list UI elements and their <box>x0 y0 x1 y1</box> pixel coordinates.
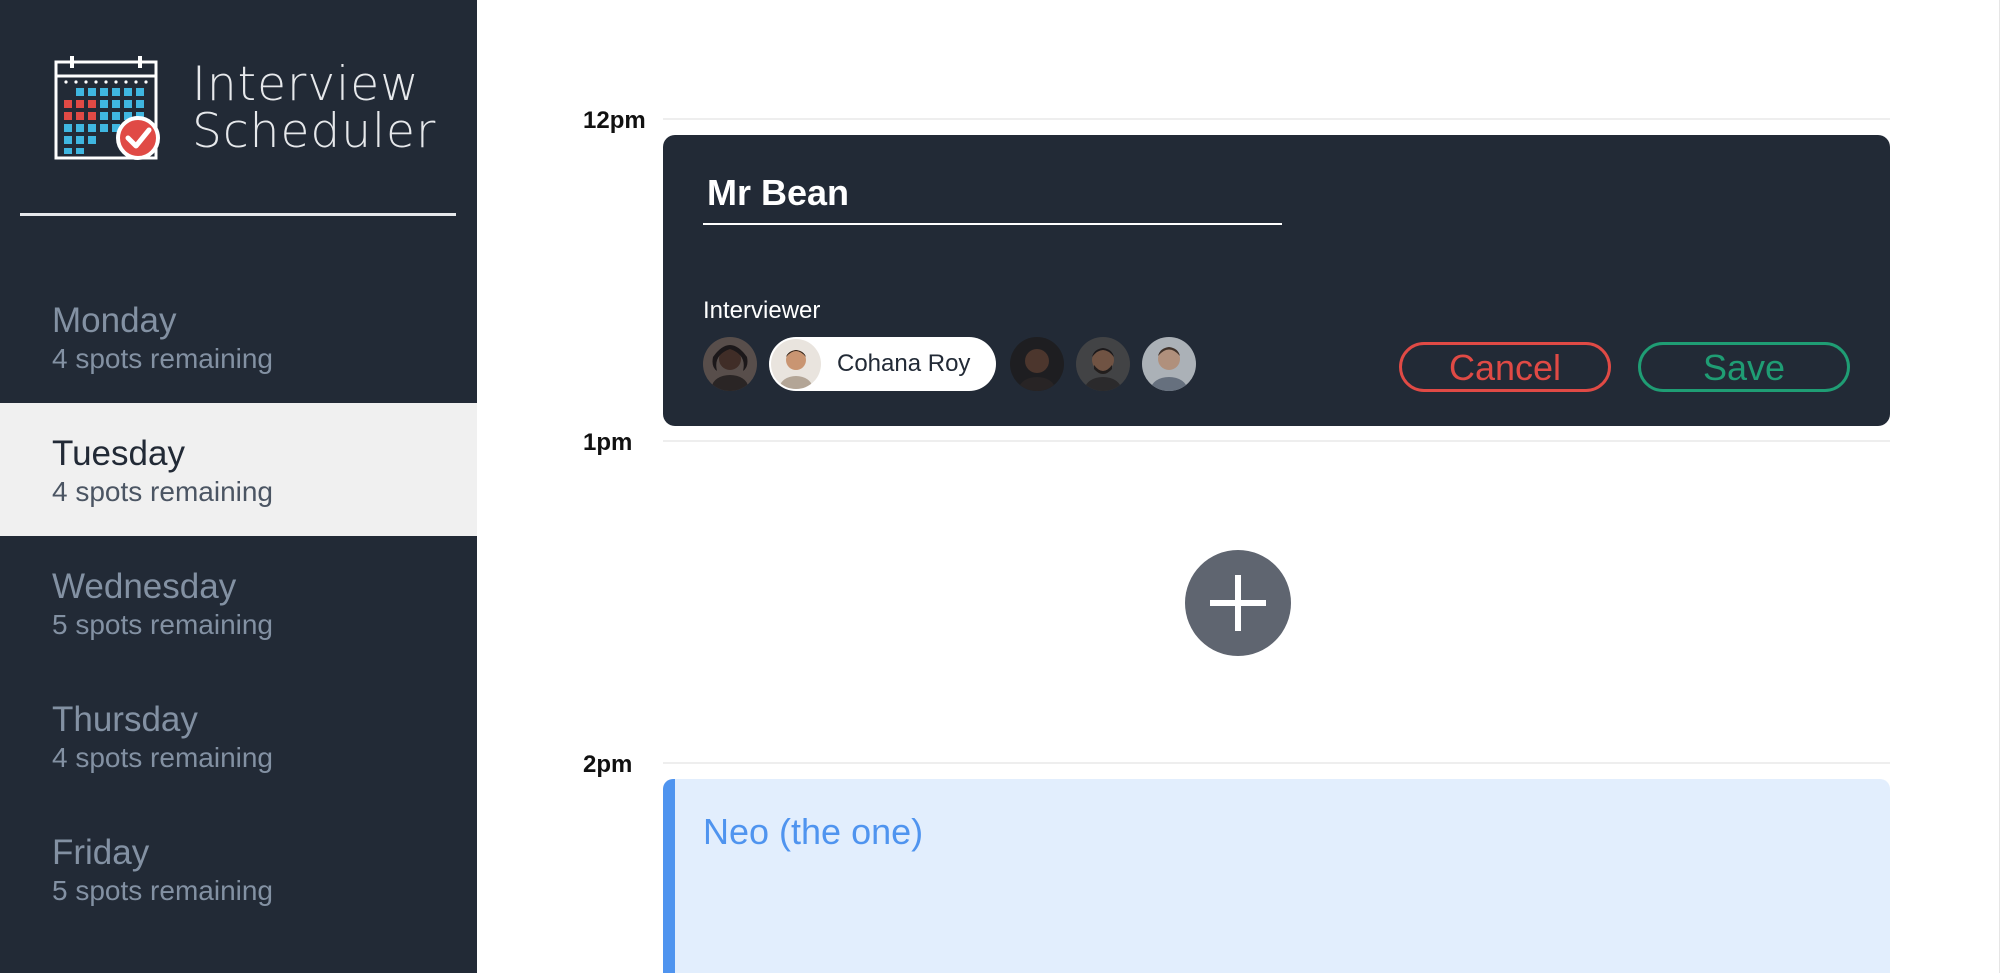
interviewer-avatar[interactable] <box>1142 337 1197 391</box>
add-appointment-button[interactable] <box>1185 550 1291 656</box>
time-divider <box>663 118 1890 120</box>
interviewer-avatar[interactable] <box>1076 337 1131 391</box>
avatar-icon <box>1010 337 1065 391</box>
avatar-icon <box>703 337 757 391</box>
day-name: Tuesday <box>52 434 185 473</box>
day-name: Monday <box>52 301 177 340</box>
day-item-monday[interactable]: Monday 4 spots remaining <box>0 270 477 403</box>
time-divider <box>663 440 1890 442</box>
day-spots: 5 spots remaining <box>52 609 274 640</box>
app-title: Interview Scheduler <box>192 61 436 155</box>
interviewer-avatar[interactable] <box>703 337 757 391</box>
day-list: Monday 4 spots remaining Tuesday 4 spots… <box>0 270 477 935</box>
plus-icon-stem <box>1235 575 1241 631</box>
day-spots: 5 spots remaining <box>52 875 274 906</box>
time-divider <box>663 762 1890 764</box>
avatar-icon <box>1142 337 1197 391</box>
appointment-card[interactable]: Neo (the one) <box>663 779 1890 973</box>
appointment-student: Neo (the one) <box>703 811 924 852</box>
time-label-12pm: 12pm <box>583 107 646 134</box>
cancel-button[interactable]: Cancel <box>1399 342 1611 392</box>
interviewer-selected[interactable]: Cohana Roy <box>769 337 997 391</box>
day-item-tuesday[interactable]: Tuesday 4 spots remaining <box>0 403 477 536</box>
avatar-icon <box>771 339 821 389</box>
sidebar: Interview Scheduler Monday 4 spots remai… <box>0 0 477 973</box>
save-button[interactable]: Save <box>1638 342 1850 392</box>
app-title-line2: Scheduler <box>192 104 437 159</box>
app: Interview Scheduler Monday 4 spots remai… <box>0 0 2000 973</box>
app-title-line1: Interview <box>192 57 420 112</box>
interviewer-list: Cohana Roy <box>703 337 1208 391</box>
day-item-friday[interactable]: Friday 5 spots remaining <box>0 802 477 935</box>
day-name: Wednesday <box>52 567 237 606</box>
time-label-1pm: 1pm <box>583 429 633 456</box>
day-spots: 4 spots remaining <box>52 343 274 374</box>
day-spots: 4 spots remaining <box>52 476 274 507</box>
day-item-wednesday[interactable]: Wednesday 5 spots remaining <box>0 536 477 669</box>
brand: Interview Scheduler <box>52 52 436 164</box>
interviewer-avatar[interactable] <box>1010 337 1065 391</box>
day-spots: 4 spots remaining <box>52 742 274 773</box>
avatar-icon <box>1076 337 1131 391</box>
calendar-check-icon <box>54 56 160 160</box>
day-item-thursday[interactable]: Thursday 4 spots remaining <box>0 669 477 802</box>
time-label-2pm: 2pm <box>583 751 633 778</box>
interviewer-name: Cohana Roy <box>837 350 971 377</box>
day-name: Friday <box>52 833 150 872</box>
sidebar-divider <box>20 213 456 216</box>
avatar <box>771 339 821 389</box>
day-name: Thursday <box>52 700 198 739</box>
schedule: 12pm Interviewer <box>477 0 2000 973</box>
appointment-form: Interviewer <box>663 135 1890 426</box>
student-name-input[interactable] <box>703 169 1282 225</box>
interviewer-label: Interviewer <box>703 297 821 324</box>
